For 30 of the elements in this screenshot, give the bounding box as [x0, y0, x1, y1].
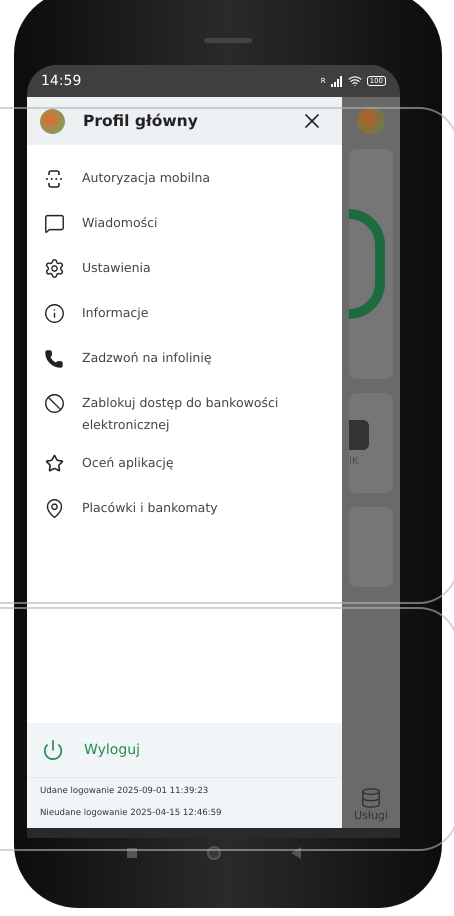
avatar[interactable] [40, 108, 65, 134]
speaker-slot [204, 38, 252, 43]
signal-icon [330, 76, 343, 86]
settings-icon [44, 258, 64, 279]
star-icon [44, 454, 64, 473]
menu-item[interactable]: Ustawienia [27, 249, 342, 294]
tile-label: IK [349, 456, 359, 466]
face-scan-icon [44, 168, 64, 188]
info-icon [44, 303, 64, 324]
login-info-text: Udane logowanie 2025-09-01 11:39:23 [40, 786, 210, 796]
logout-button[interactable]: Wyloguj [42, 739, 140, 761]
menu-item[interactable]: Placówki i bankomaty [27, 489, 342, 534]
message-icon [44, 213, 64, 234]
avatar [357, 107, 385, 135]
menu-item[interactable]: Wiadomości [27, 204, 342, 249]
phone-icon [44, 348, 64, 368]
back-button[interactable] [290, 847, 300, 859]
tile-icon [349, 420, 369, 450]
profile-title: Profil główny [83, 112, 199, 130]
database-icon [360, 787, 382, 809]
power-icon [42, 739, 64, 761]
wifi-icon [348, 74, 362, 88]
menu-item[interactable]: Autoryzacja mobilna [27, 159, 342, 204]
block-icon [44, 393, 64, 414]
status-time: 14:59 [41, 73, 82, 89]
menu-item[interactable]: Informacje [27, 294, 342, 339]
menu-item[interactable]: Zadzwoń na infolinię [27, 339, 342, 384]
login-info-text: Nieudane logowanie 2025-04-15 12:46:59 [40, 808, 223, 818]
menu-item[interactable]: Oceń aplikację [27, 444, 342, 489]
menu-item[interactable]: Zablokuj dostęp do bankowości elektronicznej [27, 384, 342, 444]
